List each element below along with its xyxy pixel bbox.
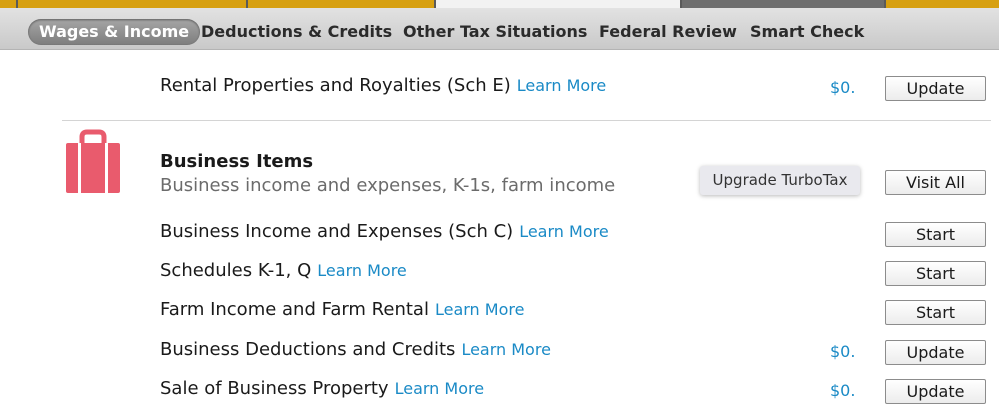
rental-label: Rental Properties and Royalties (Sch E) — [160, 75, 511, 96]
rental-row: Rental Properties and Royalties (Sch E) L… — [160, 75, 606, 96]
k1-start-button[interactable]: Start — [885, 261, 986, 286]
rental-amount: $0. — [830, 78, 856, 97]
progress-segment — [886, 0, 999, 8]
row-label: Business Income and Expenses (Sch C) — [160, 221, 514, 242]
progress-separator — [680, 0, 682, 8]
business-items-subtitle: Business income and expenses, K-1s, farm… — [160, 175, 616, 196]
progress-strip — [0, 0, 999, 8]
sale-amount: $0. — [830, 381, 856, 400]
farm-start-button[interactable]: Start — [885, 300, 986, 325]
business-row-sch-c: Business Income and Expenses (Sch C) Lear… — [160, 221, 609, 242]
business-row-farm: Farm Income and Farm Rental Learn More — [160, 299, 524, 320]
row-label: Schedules K-1, Q — [160, 260, 312, 281]
business-row-sale: Sale of Business Property Learn More — [160, 378, 484, 399]
visit-all-button[interactable]: Visit All — [885, 170, 986, 195]
briefcase-icon — [66, 129, 120, 193]
learn-more-link[interactable]: Learn More — [461, 340, 550, 359]
deductions-update-button[interactable]: Update — [885, 340, 986, 365]
tab-deductions-credits[interactable]: Deductions & Credits — [201, 19, 392, 45]
business-row-deductions: Business Deductions and Credits Learn Mor… — [160, 339, 551, 360]
progress-segment — [248, 0, 434, 8]
deductions-amount: $0. — [830, 342, 856, 361]
tab-federal-review[interactable]: Federal Review — [599, 19, 737, 45]
tab-wages-income[interactable]: Wages & Income — [28, 19, 201, 45]
learn-more-link[interactable]: Learn More — [395, 379, 484, 398]
tab-smart-check[interactable]: Smart Check — [750, 19, 864, 45]
rental-learn-more-link[interactable]: Learn More — [517, 76, 606, 95]
sch-c-start-button[interactable]: Start — [885, 222, 986, 247]
row-label: Business Deductions and Credits — [160, 339, 456, 360]
business-row-k1: Schedules K-1, Q Learn More — [160, 260, 407, 281]
sale-update-button[interactable]: Update — [885, 379, 986, 404]
progress-segment — [18, 0, 246, 8]
rental-update-button[interactable]: Update — [885, 76, 986, 101]
tab-other-tax-situations[interactable]: Other Tax Situations — [403, 19, 587, 45]
row-label: Sale of Business Property — [160, 378, 389, 399]
business-items-title: Business Items — [160, 151, 314, 172]
progress-segment-current — [436, 0, 680, 8]
section-divider — [62, 120, 991, 121]
upgrade-turbotax-button[interactable]: Upgrade TurboTax — [700, 166, 860, 195]
learn-more-link[interactable]: Learn More — [435, 300, 524, 319]
learn-more-link[interactable]: Learn More — [317, 261, 406, 280]
progress-segment — [0, 0, 16, 8]
row-label: Farm Income and Farm Rental — [160, 299, 429, 320]
nav-bar: Wages & Income Deductions & Credits Othe… — [0, 8, 999, 50]
learn-more-link[interactable]: Learn More — [519, 222, 608, 241]
